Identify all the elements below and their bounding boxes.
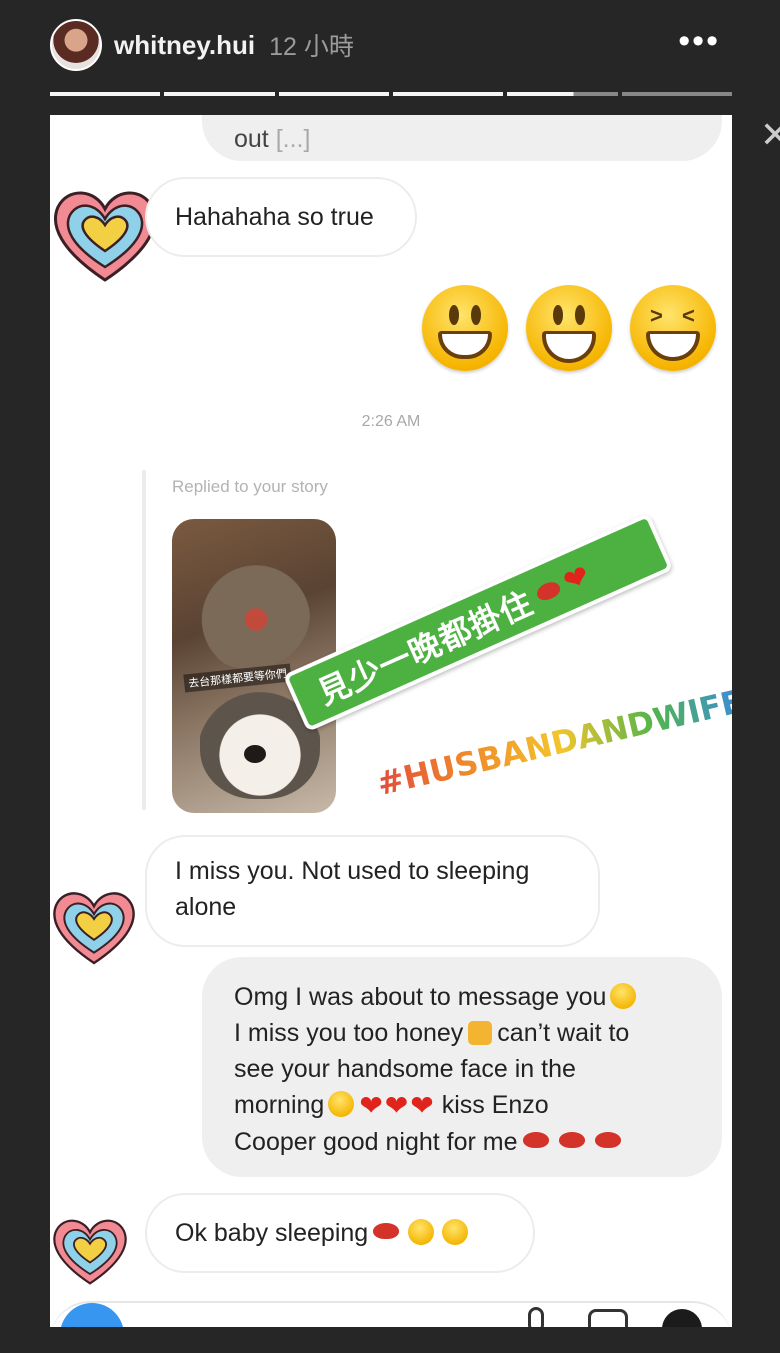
progress-segment (164, 92, 275, 96)
honey-pot-emoji-icon (468, 1021, 493, 1045)
message-text: can’t wait to (497, 1019, 630, 1047)
sleeping-face-emoji-icon (442, 1219, 469, 1245)
lips-emoji-icon (558, 1132, 585, 1148)
received-message-bubble: Hahahaha so true (145, 177, 417, 257)
red-heart-emoji-icon: ❤ (410, 1090, 434, 1121)
text-sticker: 見少一晚都掛住 ❤ (282, 512, 674, 732)
message-text: morning (234, 1091, 325, 1119)
red-heart-emoji-icon: ❤ (359, 1090, 383, 1121)
close-icon[interactable]: ✕ (760, 114, 780, 156)
post-time: 12 小時 (269, 33, 354, 61)
message-input[interactable] (50, 1301, 732, 1327)
replied-to-story-label: Replied to your story (172, 477, 328, 496)
sent-message-bubble: Omg I was about to message you I miss yo… (202, 957, 722, 1177)
reply-indicator-bar (142, 470, 146, 810)
microphone-icon[interactable] (528, 1307, 544, 1327)
avatar[interactable] (50, 19, 102, 71)
progress-segment (621, 92, 732, 96)
message-text: I miss you. Not used to sleeping alone (175, 857, 530, 921)
lips-emoji-icon (373, 1223, 400, 1239)
heart-sticker-icon (53, 1219, 127, 1285)
sticker-text: 見少一晚都掛住 (312, 583, 539, 713)
lips-emoji-icon (594, 1132, 621, 1148)
message-text: see your handsome face in the (234, 1055, 576, 1083)
emoji-message: > < (422, 285, 716, 371)
smiley-face-emoji-icon (526, 285, 612, 371)
story-media-dm-screenshot[interactable]: out [...] Hahahaha so true > < 2:26 AM Re… (50, 115, 732, 1327)
message-composer (50, 1295, 732, 1327)
sent-message-bubble: out [...] (202, 115, 722, 161)
lips-emoji-icon (534, 578, 563, 604)
hashtag-sticker[interactable]: #HUSBANDANDWIFETOBE (373, 660, 732, 803)
message-text: kiss Enzo (441, 1091, 549, 1119)
lips-emoji-icon (522, 1132, 549, 1148)
message-more-link: [...] (275, 125, 311, 153)
story-progress-bar (50, 92, 732, 96)
story-header: whitney.hui 12 小時 ••• (50, 14, 730, 76)
message-text: Cooper good night for me (234, 1128, 518, 1156)
hugging-face-emoji-icon (610, 983, 637, 1009)
heart-sticker-icon (53, 892, 135, 965)
more-options-icon[interactable]: ••• (678, 22, 720, 61)
progress-segment-current (507, 92, 618, 96)
message-text: Hahahaha so true (175, 203, 374, 231)
progress-segment (50, 92, 161, 96)
kissing-face-emoji-icon (328, 1091, 355, 1117)
message-timestamp: 2:26 AM (361, 413, 421, 430)
progress-segment (392, 92, 504, 96)
squinting-laughing-emoji-icon: > < (630, 285, 716, 371)
progress-segment (278, 92, 389, 96)
kissing-face-emoji-icon (408, 1219, 435, 1245)
red-heart-emoji-icon: ❤ (384, 1090, 409, 1121)
received-message-bubble: Ok baby sleeping (145, 1193, 535, 1273)
gallery-icon[interactable] (588, 1309, 628, 1327)
red-heart-emoji-icon: ❤ (558, 558, 595, 599)
message-text: I miss you too honey (234, 1019, 464, 1047)
message-text: Ok baby sleeping (175, 1219, 369, 1247)
grinning-face-emoji-icon (422, 285, 508, 371)
message-text: out (234, 125, 269, 153)
username[interactable]: whitney.hui (114, 30, 255, 61)
message-text: Omg I was about to message you (234, 983, 607, 1011)
heart-sticker-icon (54, 191, 156, 282)
received-message-bubble: I miss you. Not used to sleeping alone (145, 835, 600, 947)
